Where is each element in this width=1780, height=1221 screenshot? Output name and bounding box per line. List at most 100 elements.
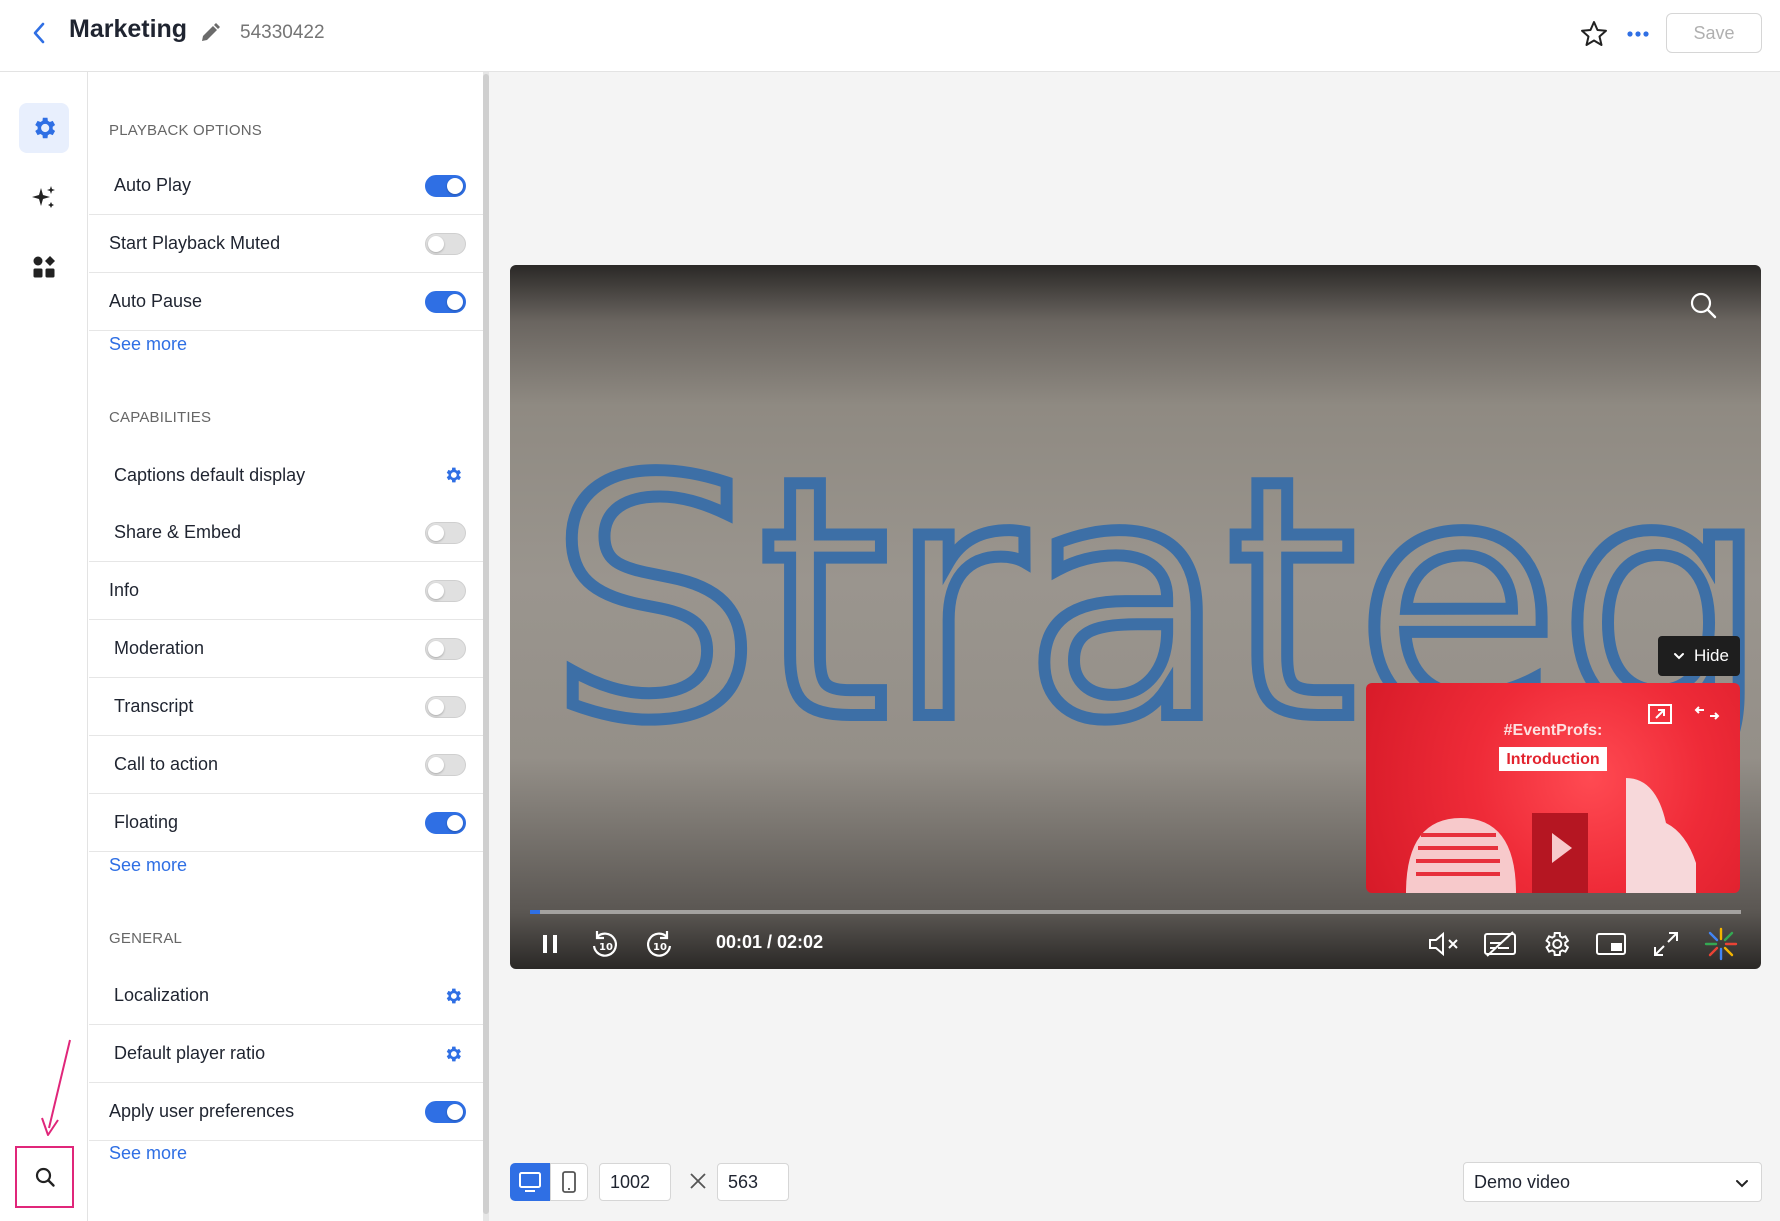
more-options-button[interactable]	[1622, 18, 1654, 50]
setting-label: Share & Embed	[114, 522, 242, 542]
floating-illustration	[1406, 778, 1696, 893]
section-title-general: GENERAL	[109, 930, 183, 947]
player-settings-button[interactable]	[1538, 926, 1574, 962]
setting-row-player-ratio: Default player ratio	[89, 1025, 483, 1083]
multiply-icon	[690, 1173, 706, 1189]
width-input[interactable]	[599, 1163, 671, 1201]
back-button[interactable]	[26, 18, 52, 48]
hide-floating-button[interactable]: Hide	[1658, 636, 1740, 676]
section-title-playback: PLAYBACK OPTIONS	[109, 122, 262, 139]
mute-button[interactable]	[1426, 926, 1462, 962]
setting-label: Default player ratio	[114, 1043, 266, 1063]
setting-row-localization: Localization	[89, 967, 483, 1025]
edit-title-button[interactable]	[198, 21, 224, 47]
see-more-general-link[interactable]: See more	[109, 1143, 187, 1164]
captions-off-button[interactable]	[1482, 926, 1518, 962]
floating-swap-button[interactable]	[1692, 701, 1722, 727]
pause-button[interactable]	[532, 926, 568, 962]
gear-icon	[1545, 932, 1570, 956]
forward-10-icon: 10	[647, 931, 672, 957]
setting-label: Auto Play	[114, 175, 192, 195]
fullscreen-icon	[1654, 932, 1678, 956]
rail-settings[interactable]	[19, 103, 69, 153]
top-header: Marketing 54330422 Save	[0, 0, 1780, 72]
favorite-button[interactable]	[1578, 18, 1610, 50]
toggle-user-preferences[interactable]	[425, 1100, 466, 1123]
height-input[interactable]	[717, 1163, 789, 1201]
floating-player[interactable]: #EventProfs: Introduction	[1366, 683, 1740, 893]
gear-icon	[446, 467, 461, 483]
setting-row-user-preferences: Apply user preferences	[89, 1083, 483, 1141]
select-value: Demo video	[1474, 1172, 1571, 1192]
toggle-auto-pause[interactable]	[425, 290, 466, 313]
setting-label: Apply user preferences	[109, 1101, 295, 1121]
pause-icon	[543, 935, 557, 953]
toggle-transcript[interactable]	[425, 695, 466, 718]
gear-icon	[446, 988, 461, 1003]
player-ratio-settings-button[interactable]	[441, 1042, 465, 1066]
setting-label: Captions default display	[114, 464, 306, 485]
more-horizontal-icon	[1627, 31, 1649, 37]
see-more-playback-link[interactable]: See more	[109, 334, 187, 355]
device-mobile-button[interactable]	[550, 1163, 588, 1201]
captions-settings-button[interactable]	[441, 463, 465, 487]
setting-row-captions: Captions default display	[89, 446, 483, 504]
hide-label: Hide	[1694, 646, 1729, 665]
see-more-capabilities-link[interactable]: See more	[109, 855, 187, 876]
page-title: Marketing	[69, 15, 188, 43]
setting-label: Start Playback Muted	[109, 233, 281, 253]
rail-components[interactable]	[19, 242, 69, 292]
chevron-down-icon	[1736, 1180, 1748, 1188]
setting-row-share-embed: Share & Embed	[89, 504, 483, 562]
toggle-moderation[interactable]	[425, 637, 466, 660]
brand-logo	[1703, 926, 1739, 962]
rail-ai-features[interactable]	[19, 173, 69, 223]
setting-label: Localization	[114, 985, 210, 1005]
svg-text:10: 10	[599, 942, 613, 953]
toggle-call-to-action[interactable]	[425, 753, 466, 776]
search-icon	[1690, 292, 1717, 319]
forward-10-button[interactable]: 10	[641, 926, 677, 962]
setting-label: Call to action	[114, 754, 219, 774]
rewind-10-button[interactable]: 10	[587, 926, 623, 962]
sparkles-icon	[32, 186, 55, 208]
toggle-start-muted[interactable]	[425, 232, 466, 255]
setting-row-transcript: Transcript	[89, 678, 483, 736]
setting-row-call-to-action: Call to action	[89, 736, 483, 794]
floating-expand-button[interactable]	[1645, 701, 1675, 727]
toggle-info[interactable]	[425, 579, 466, 602]
setting-label: Info	[109, 580, 140, 600]
setting-row-auto-play: Auto Play	[89, 157, 483, 215]
setting-row-start-muted: Start Playback Muted	[89, 215, 483, 273]
toggle-floating[interactable]	[425, 811, 466, 834]
gear-icon	[446, 1046, 461, 1061]
open-external-icon	[1648, 704, 1672, 724]
captions-off-icon	[1484, 931, 1516, 957]
shapes-icon	[33, 256, 55, 278]
progress-bar[interactable]	[530, 910, 1741, 914]
picture-in-picture-icon	[1596, 933, 1626, 955]
chevron-left-icon	[33, 22, 45, 44]
setting-row-moderation: Moderation	[89, 620, 483, 678]
toggle-share-embed[interactable]	[425, 521, 466, 544]
demo-video-select[interactable]: Demo video	[1463, 1162, 1762, 1202]
device-desktop-button[interactable]	[510, 1163, 550, 1201]
video-id-label: 54330422	[240, 22, 325, 43]
gear-icon	[35, 117, 56, 139]
svg-text:10: 10	[653, 942, 667, 953]
setting-label: Moderation	[114, 638, 205, 658]
mobile-icon	[562, 1171, 576, 1193]
picture-in-picture-button[interactable]	[1593, 926, 1629, 962]
annotation-arrow	[41, 1039, 71, 1136]
pencil-icon	[202, 23, 220, 41]
toggle-auto-play[interactable]	[425, 174, 466, 197]
save-button[interactable]: Save	[1666, 13, 1762, 53]
star-icon	[1581, 21, 1607, 46]
volume-muted-icon	[1429, 931, 1458, 957]
localization-settings-button[interactable]	[441, 984, 465, 1008]
swap-arrows-icon	[1694, 706, 1720, 720]
fullscreen-button[interactable]	[1648, 926, 1684, 962]
rail-search-button[interactable]	[15, 1146, 74, 1208]
video-search-button[interactable]	[1688, 290, 1722, 324]
section-title-capabilities: CAPABILITIES	[109, 409, 212, 426]
